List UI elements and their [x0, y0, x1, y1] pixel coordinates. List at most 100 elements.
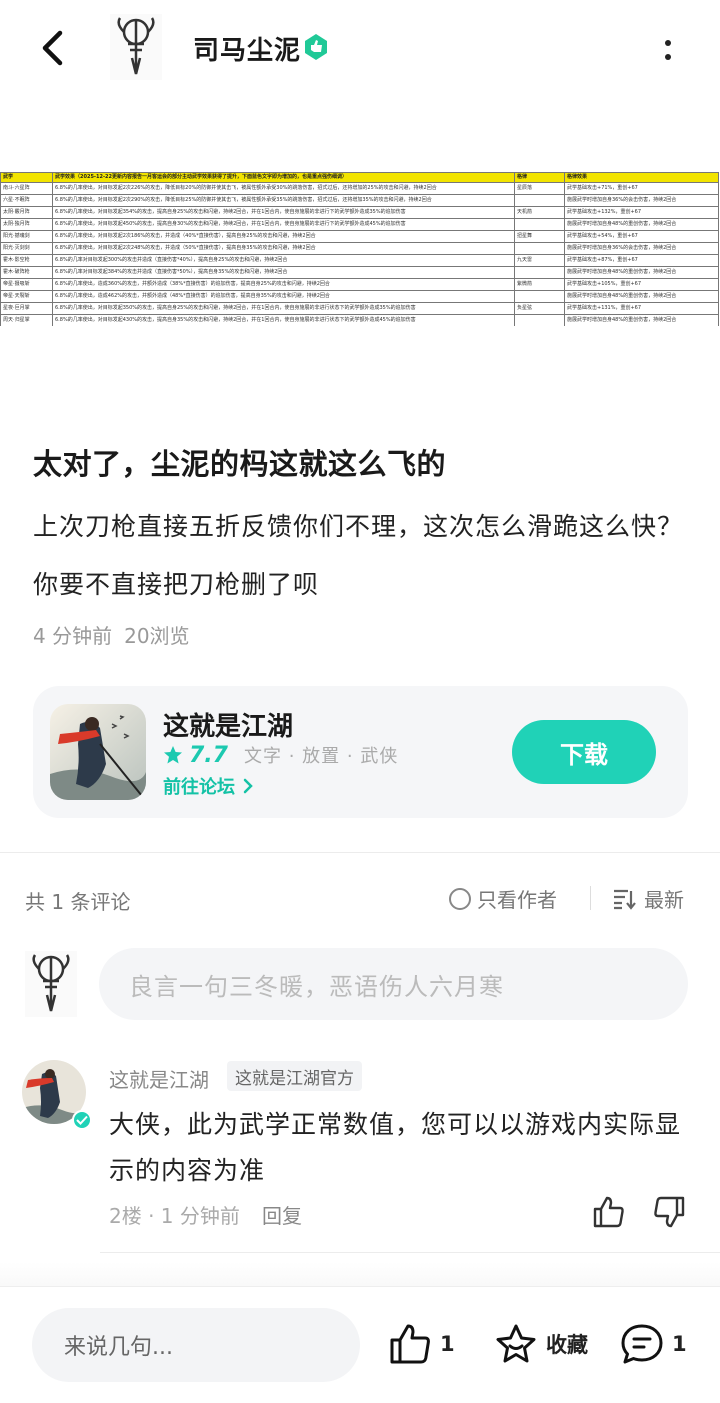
table-row: 阳光·灭剑剑 6.8%的几率使出，对目标发起2次248%的攻击，并造成（50%*直…	[0, 242, 719, 255]
app-card[interactable]: 这就是江湖 7.7 文字 · 放置 · 武侠 前往论坛 下载	[33, 686, 688, 818]
divider	[100, 1252, 720, 1253]
post-title: 太对了，尘泥的杩这就这么飞的	[33, 447, 447, 481]
post-time: 4 分钟前	[33, 624, 113, 648]
comment-input[interactable]: 良言一句三冬暖，恶语伤人六月寒	[99, 948, 688, 1020]
post-body: 上次刀枪直接五折反馈你们不理，这次怎么滑跪这么快？你要不直接把刀枪删了呗	[33, 512, 684, 599]
table-row: 南斗·六星阵 6.8%的几率使出，对目标发起2次226%的攻击，降低目标20%的防…	[0, 182, 719, 195]
reply-author-tag: 这就是江湖官方	[227, 1061, 362, 1091]
table-cell: 6.8%的几率使出，对目标发起2次186%的攻击，并造成（40%*直接伤害），提…	[52, 230, 515, 243]
table-cell: 施展武学时增加自身48%的重创伤害，持续2回合	[564, 218, 719, 231]
like-count: 1	[440, 1332, 455, 1356]
collect-icon	[496, 1324, 536, 1363]
table-row: 太阴·独月阵 6.8%的几率使出，对目标发起450%的攻击，提高自身30%的攻击和…	[0, 218, 719, 231]
table-cell: 6.8%的几率使出，对目标发起450%的攻击，提高自身30%的攻击和闪避，持续2…	[52, 218, 515, 231]
table-cell: 扭星舞	[514, 230, 565, 243]
only-author-toggle[interactable]: 只看作者	[449, 884, 557, 913]
app-icon[interactable]	[50, 704, 146, 800]
comment-count-bottom: 1	[672, 1332, 687, 1356]
download-button[interactable]: 下载	[512, 720, 656, 784]
table-row: 帝星·天裂斩 6.8%的几率使出，造成462%的攻击，并额外造成（48%*直接伤害…	[0, 290, 719, 303]
verified-icon	[302, 33, 330, 61]
table-cell: 6.8%的几率使出，对目标发起2次226%的攻击，降低目标20%的防御并使其击飞…	[52, 182, 515, 195]
comment-count: 共 1 条评论	[25, 890, 131, 914]
post-image-table[interactable]: 武学 武学效果（2025-12-22更新内容报告一月客运会的部分主动武学效果获得…	[0, 172, 720, 326]
post-views: 20浏览	[124, 624, 190, 648]
table-cell: 6.8%的几率使出，对目标发起430%的攻击，提高自身35%的攻击和闪避，持续2…	[52, 314, 515, 326]
more-icon-dot	[665, 54, 671, 60]
table-cell: 6.8%的几率对目标发起384%的攻击并造成（直接伤害*50%），提高自身35%…	[52, 266, 515, 279]
table-cell: 6.8%的几率对目标发起300%的攻击并造成（直接伤害*40%），提高自身25%…	[52, 254, 515, 267]
table-row: 帝星·摄吸斩 6.8%的几率使出，造成360%的攻击，并额外造成（38%*直接伤害…	[0, 278, 719, 291]
back-icon	[42, 30, 63, 66]
app-tags: 文字 · 放置 · 武侠	[243, 746, 399, 767]
table-cell: 施展武学时增加自身36%的会击伤害，持续2回合	[564, 242, 719, 255]
table-cell: 6.8%的几率使出，对目标发起2次290%的攻击，降低目标25%的防御并使其击飞…	[52, 194, 515, 207]
stats-table: 武学 武学效果（2025-12-22更新内容报告一月客运会的部分主动武学效果获得…	[0, 172, 719, 326]
app-name[interactable]: 这就是江湖	[163, 706, 293, 743]
sort-toggle[interactable]: 最新	[612, 884, 684, 913]
table-cell: 施展武学时增加自身36%的会击伤害，持续2回合	[564, 194, 719, 207]
sort-label: 最新	[644, 888, 684, 912]
table-cell: 星夜·巨月掌	[0, 302, 53, 315]
table-cell	[514, 218, 565, 231]
author-name[interactable]: 司马尘泥	[193, 30, 301, 67]
sort-icon	[614, 889, 636, 910]
table-cell: 霍木·影空枪	[0, 254, 53, 267]
table-cell: 6.8%的几率使出，造成360%的攻击，并额外造成（38%*直接伤害）的追加伤害…	[52, 278, 515, 291]
table-cell: 周天·归星掌	[0, 314, 53, 326]
table-cell: 武学基础攻击+131%，重创+67	[564, 302, 719, 315]
reply-dislike-button[interactable]	[652, 1195, 686, 1229]
table-cell	[514, 290, 565, 303]
table-cell: 霍木·破阵枪	[0, 266, 53, 279]
table-cell: 南斗·六星阵	[0, 182, 53, 195]
table-cell	[514, 242, 565, 255]
collect-button[interactable]: 收藏	[494, 1322, 588, 1366]
table-header-cell: 格律	[514, 172, 565, 183]
dislike-icon	[654, 1196, 685, 1228]
table-cell	[514, 266, 565, 279]
reply-author-name[interactable]: 这就是江湖	[109, 1064, 209, 1093]
reply-like-button[interactable]	[592, 1195, 626, 1229]
radio-icon	[449, 887, 471, 910]
back-button[interactable]	[30, 26, 74, 70]
post-meta: 4 分钟前 20浏览	[33, 620, 202, 649]
reply-button[interactable]: 回复	[262, 1200, 302, 1229]
separator	[590, 886, 591, 910]
table-cell: 施展武学时增加自身48%的重创伤害，持续2回合	[564, 290, 719, 303]
table-cell: 阳光·灭剑剑	[0, 242, 53, 255]
table-header-row: 武学 武学效果（2025-12-22更新内容报告一月客运会的部分主动武学效果获得…	[0, 172, 719, 183]
table-header-cell: 武学	[0, 172, 53, 183]
table-cell: 武学基础攻击+105%，重创+67	[564, 278, 719, 291]
top-bar: 司马尘泥	[0, 0, 720, 100]
only-author-label: 只看作者	[477, 888, 557, 912]
reply-meta: 2楼 · 1 分钟前	[109, 1204, 240, 1228]
table-row: 霍木·破阵枪 6.8%的几率对目标发起384%的攻击并造成（直接伤害*50%），提…	[0, 266, 719, 279]
author-avatar[interactable]	[110, 14, 162, 80]
table-cell: 6.8%的几率使出，造成462%的攻击，并额外造成（48%*直接伤害）的追加伤害…	[52, 290, 515, 303]
table-cell: 6.8%的几率使出，对目标发起354%的攻击，提高自身25%的攻击和闪避，持续2…	[52, 206, 515, 219]
table-row: 霍木·影空枪 6.8%的几率对目标发起300%的攻击并造成（直接伤害*40%），提…	[0, 254, 719, 267]
table-cell: 九天雷	[514, 254, 565, 267]
divider	[0, 852, 720, 853]
forum-link[interactable]: 前往论坛	[163, 773, 253, 799]
table-cell: 帝星·天裂斩	[0, 290, 53, 303]
bottom-comment-input[interactable]: 来说几句...	[32, 1308, 360, 1382]
table-cell: 太阴·霰月阵	[0, 206, 53, 219]
table-header-cell: 武学效果（2025-12-22更新内容报告一月客运会的部分主动武学效果获得了提升…	[52, 172, 515, 183]
like-button[interactable]: 1	[388, 1322, 455, 1366]
table-cell: 帝星·摄吸斩	[0, 278, 53, 291]
comment-icon	[621, 1324, 663, 1364]
table-row: 六星·不眠阵 6.8%的几率使出，对目标发起2次290%的攻击，降低目标25%的防…	[0, 194, 719, 207]
table-cell	[514, 314, 565, 326]
more-button[interactable]	[650, 30, 686, 70]
like-icon	[593, 1196, 624, 1228]
table-cell: 武学基础攻击+71%，重创+67	[564, 182, 719, 195]
table-row: 周天·归星掌 6.8%的几率使出，对目标发起430%的攻击，提高自身35%的攻击和…	[0, 314, 719, 326]
star-icon	[164, 746, 182, 764]
table-cell	[514, 194, 565, 207]
table-cell: 6.8%的几率使出，对目标发起350%的攻击，提高自身25%的攻击和闪避，持续2…	[52, 302, 515, 315]
app-rating: 7.7 文字 · 放置 · 武侠	[163, 742, 398, 768]
table-cell: 6.8%的几率使出，对目标发起2次248%的攻击，并造成（50%*直接伤害），提…	[52, 242, 515, 255]
comment-button[interactable]: 1	[620, 1322, 687, 1366]
table-cell: 阳光·撼魂剑	[0, 230, 53, 243]
